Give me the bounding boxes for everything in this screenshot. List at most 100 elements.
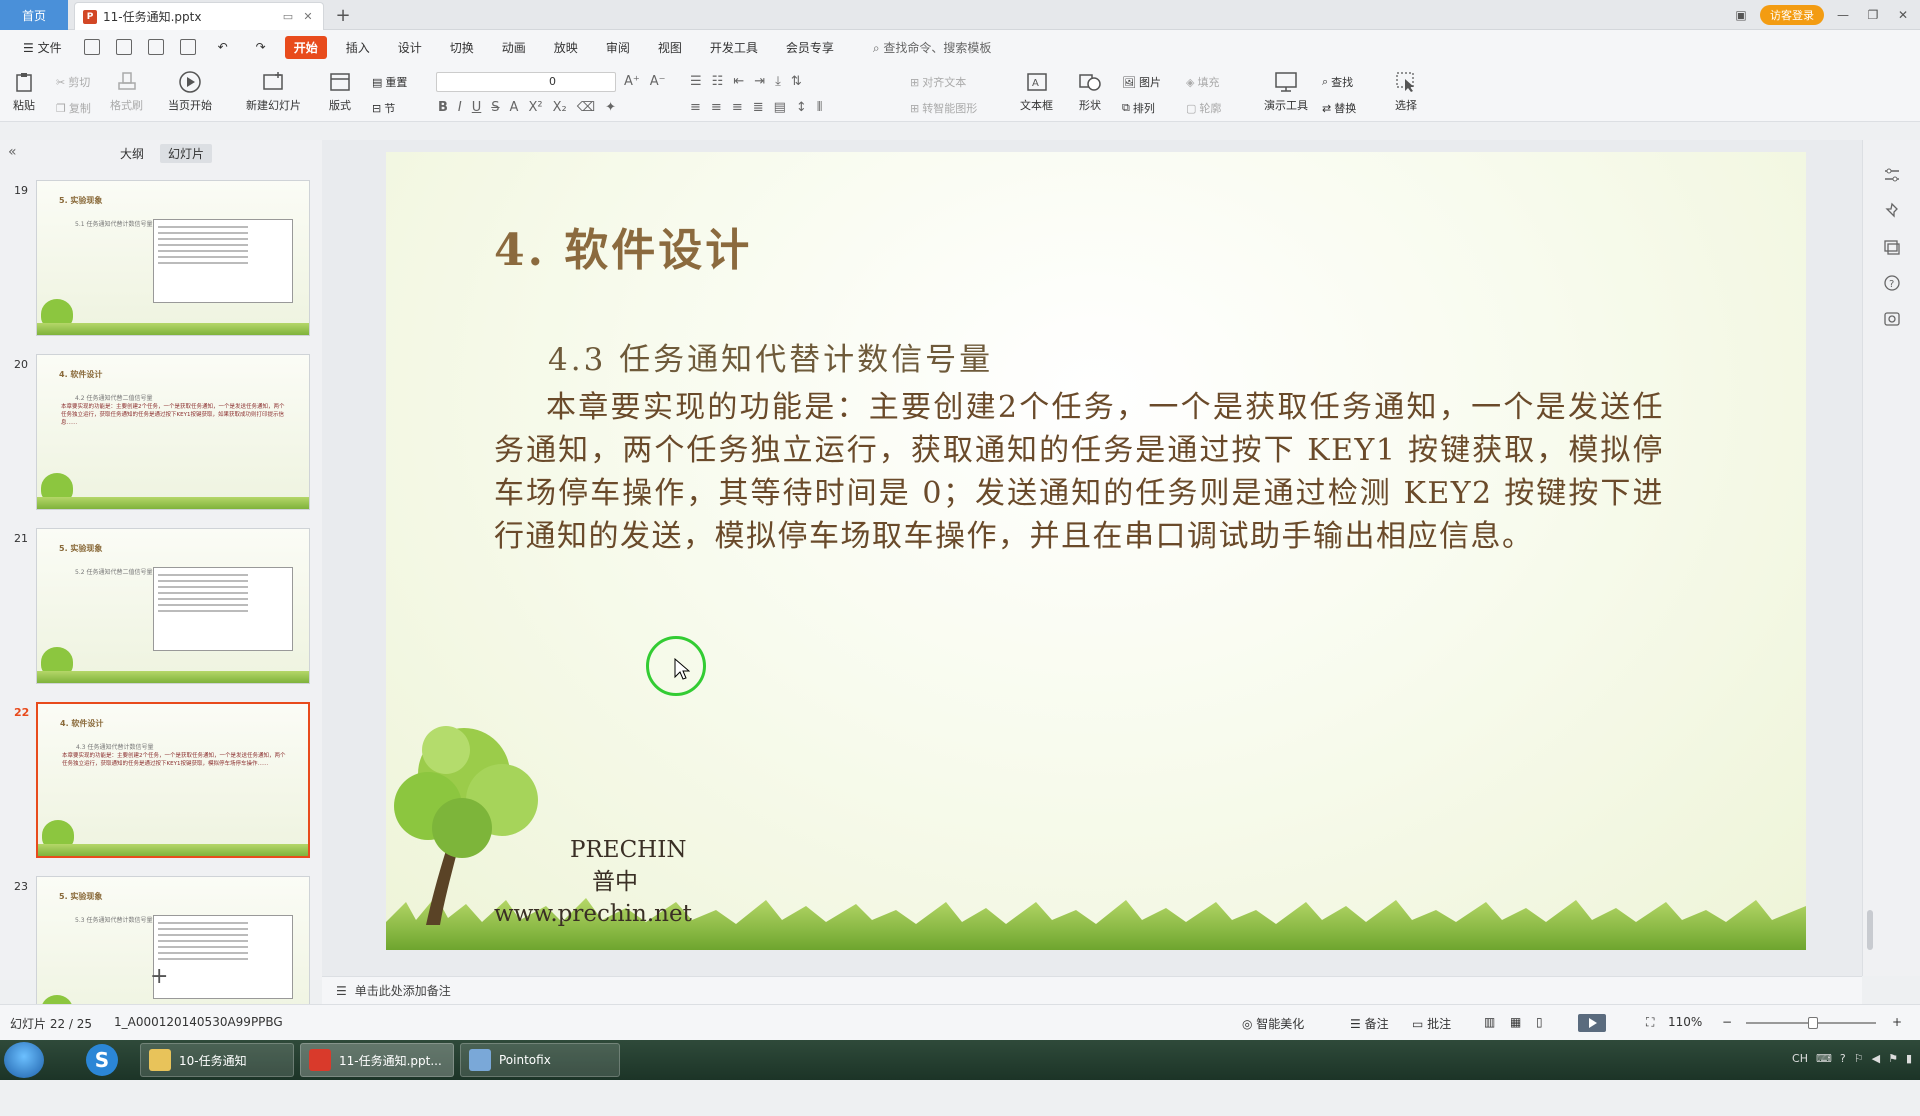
distribute-icon[interactable]: ▤ xyxy=(774,100,786,115)
indent-icon[interactable]: ⇥ xyxy=(754,74,765,89)
keyboard-icon[interactable]: ⌨ xyxy=(1816,1052,1832,1065)
normal-view-icon[interactable]: ▥ xyxy=(1484,1015,1495,1029)
slide-body-text[interactable]: 本章要实现的功能是：主要创建2个任务，一个是获取任务通知，一个是发送任务通知，两… xyxy=(494,386,1664,558)
help-tray-icon[interactable]: ? xyxy=(1840,1052,1846,1065)
preview-icon[interactable] xyxy=(179,39,196,55)
guest-login-button[interactable]: 访客登录 xyxy=(1760,5,1824,25)
menu-tab-design[interactable]: 设计 xyxy=(389,36,431,59)
grow-font-icon[interactable]: A⁺ xyxy=(624,74,640,89)
menu-tab-developer[interactable]: 开发工具 xyxy=(701,36,767,59)
network-icon[interactable]: ⚐ xyxy=(1854,1052,1864,1065)
align-right-icon[interactable]: ≡ xyxy=(732,100,743,115)
export-icon[interactable] xyxy=(115,39,132,55)
zoom-in-button[interactable]: + xyxy=(1892,1015,1902,1029)
minimize-button[interactable]: — xyxy=(1832,4,1854,26)
comments-button[interactable]: ▭ 批注 xyxy=(1412,1015,1451,1032)
undo-icon[interactable]: ↶ xyxy=(209,37,237,57)
tab-outline[interactable]: 大纲 xyxy=(112,144,152,163)
layout-icon[interactable]: ▣ xyxy=(1730,4,1752,26)
fit-window-icon[interactable]: ⛶ xyxy=(1646,1015,1654,1030)
add-slide-button[interactable]: + xyxy=(150,964,168,989)
zoom-slider-knob[interactable] xyxy=(1808,1017,1818,1029)
slide-thumbnail[interactable]: 5. 实验现象 5.2 任务通知代替二值信号量 xyxy=(36,528,310,684)
font-size-box[interactable]: 0 xyxy=(436,72,616,92)
menu-tab-home[interactable]: 开始 xyxy=(284,35,327,59)
notes-bar[interactable]: ☰ 单击此处添加备注 xyxy=(322,976,1862,1004)
clear-format-icon[interactable]: ⌫ xyxy=(577,100,595,115)
sort-icon[interactable]: ⇅ xyxy=(791,74,802,89)
menu-tab-slideshow[interactable]: 放映 xyxy=(545,36,587,59)
section-button[interactable]: ⊟ 节 xyxy=(372,100,395,116)
align-text-button[interactable]: ⊞ 对齐文本 xyxy=(910,74,966,90)
menu-tab-view[interactable]: 视图 xyxy=(649,36,691,59)
picture-button[interactable]: 🖼 图片 xyxy=(1122,74,1161,90)
start-button[interactable] xyxy=(4,1042,44,1078)
command-search[interactable]: ⌕ 查找命令、搜索模板 xyxy=(853,39,992,56)
close-button[interactable]: ✕ xyxy=(1892,4,1914,26)
bold-icon[interactable]: B xyxy=(438,100,448,115)
tab-pin-icon[interactable]: ▭ xyxy=(281,10,295,24)
share-icon[interactable] xyxy=(1883,310,1901,328)
sorter-view-icon[interactable]: ▦ xyxy=(1510,1015,1521,1029)
columns-icon[interactable]: ⫴ xyxy=(817,100,822,115)
tray-language[interactable]: CH xyxy=(1792,1052,1808,1065)
layout-button[interactable]: 版式 xyxy=(328,70,352,113)
tab-slides[interactable]: 幻灯片 xyxy=(160,144,213,163)
slides-icon[interactable] xyxy=(1883,238,1901,256)
taskbar-item-pointofix[interactable]: Pointofix xyxy=(460,1043,620,1077)
pin-icon[interactable] xyxy=(1883,202,1901,220)
current-slide[interactable]: 4. 软件设计 4.3 任务通知代替计数信号量 本章要实现的功能是：主要创建2个… xyxy=(386,152,1806,950)
strikethrough-icon[interactable]: S xyxy=(491,100,499,115)
taskbar-item-wps[interactable]: 11-任务通知.ppt... xyxy=(300,1043,454,1077)
shape-button[interactable]: 形状 xyxy=(1078,70,1102,113)
reading-view-icon[interactable]: ▯ xyxy=(1536,1015,1543,1029)
volume-icon[interactable]: ◀ xyxy=(1872,1052,1880,1065)
outdent-icon[interactable]: ⇤ xyxy=(733,74,744,89)
textbox-button[interactable]: A 文本框 xyxy=(1020,70,1053,113)
to-smartart-button[interactable]: ⊞ 转智能图形 xyxy=(910,100,977,116)
presentation-tools-button[interactable]: 演示工具 xyxy=(1264,70,1308,113)
text-direction-icon[interactable]: ⤓ xyxy=(775,74,781,89)
format-painter-button[interactable]: 格式刷 xyxy=(110,70,143,113)
file-menu[interactable]: ☰ 文件 xyxy=(14,36,71,59)
slide-thumbnail-row[interactable]: 22 4. 软件设计 4.3 任务通知代替计数信号量 本章要实现的功能是：主要创建2个… xyxy=(14,702,314,862)
numbering-icon[interactable]: ☷ xyxy=(712,74,724,89)
menu-tab-review[interactable]: 审阅 xyxy=(597,36,639,59)
slide-thumbnail[interactable]: 5. 实验现象 5.1 任务通知代替计数信号量 xyxy=(36,180,310,336)
align-center-icon[interactable]: ≡ xyxy=(711,100,722,115)
replace-button[interactable]: ⇄ 替换 xyxy=(1322,100,1356,116)
menu-tab-animation[interactable]: 动画 xyxy=(493,36,535,59)
slideshow-play-button[interactable] xyxy=(1578,1014,1606,1032)
menu-tab-transitions[interactable]: 切换 xyxy=(441,36,483,59)
vertical-scrollbar[interactable] xyxy=(1863,280,1877,1116)
italic-icon[interactable]: I xyxy=(458,100,462,115)
reset-button[interactable]: ▤ 重置 xyxy=(372,74,407,90)
document-tab[interactable]: P 11-任务通知.pptx ▭ ✕ xyxy=(74,2,324,30)
restore-button[interactable]: ❐ xyxy=(1862,4,1884,26)
menu-tab-member[interactable]: 会员专享 xyxy=(777,36,843,59)
zoom-out-button[interactable]: − xyxy=(1722,1015,1732,1029)
new-tab-button[interactable]: + xyxy=(332,4,354,26)
collapse-panel-icon[interactable]: « xyxy=(8,144,17,160)
arrange-button[interactable]: ⧉ 排列 xyxy=(1122,100,1155,116)
zoom-level[interactable]: 110% xyxy=(1668,1015,1702,1029)
scroll-thumb[interactable] xyxy=(1867,910,1873,950)
flag-icon[interactable]: ⚑ xyxy=(1888,1052,1898,1065)
superscript-icon[interactable]: X² xyxy=(528,100,542,115)
outline-button[interactable]: ▢ 轮廓 xyxy=(1186,100,1221,116)
slide-title[interactable]: 4. 软件设计 xyxy=(494,214,752,278)
home-tab[interactable]: 首页 xyxy=(0,0,68,30)
font-color-icon[interactable]: A xyxy=(510,100,519,115)
find-button[interactable]: ⌕ 查找 xyxy=(1322,74,1353,90)
paste-button[interactable]: 粘贴 xyxy=(12,70,36,113)
print-icon[interactable] xyxy=(147,39,164,55)
menu-tab-insert[interactable]: 插入 xyxy=(337,36,379,59)
cut-button[interactable]: ✂ 剪切 xyxy=(56,74,90,90)
text-effect-icon[interactable]: ✦ xyxy=(605,100,616,115)
fill-button[interactable]: ◈ 填充 xyxy=(1186,74,1219,90)
show-desktop-icon[interactable]: ▮ xyxy=(1906,1052,1912,1065)
save-icon[interactable] xyxy=(83,39,100,55)
shrink-font-icon[interactable]: A⁻ xyxy=(650,74,666,89)
align-left-icon[interactable]: ≡ xyxy=(690,100,701,115)
redo-icon[interactable]: ↷ xyxy=(247,37,275,57)
